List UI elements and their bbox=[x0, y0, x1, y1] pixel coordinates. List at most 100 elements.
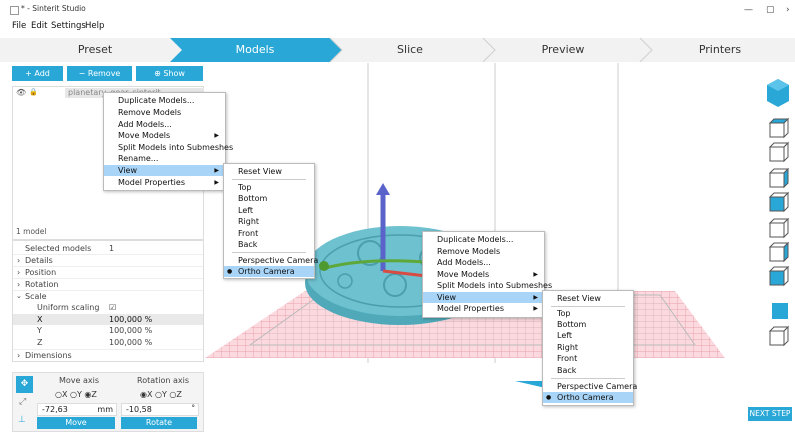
menu2-view[interactable]: View ▶ bbox=[423, 292, 544, 303]
app-icon bbox=[10, 6, 19, 15]
view-top-icon[interactable] bbox=[768, 117, 790, 139]
move-axis-title: Move axis bbox=[59, 376, 100, 385]
view-left[interactable]: Left bbox=[224, 205, 314, 216]
submenu-arrow-icon: ▶ bbox=[533, 305, 538, 312]
rotation-axis-radio[interactable]: ◉X ○Y ○Z bbox=[140, 390, 182, 399]
view2-perspective-camera[interactable]: Perspective Camera bbox=[543, 381, 637, 392]
view-right[interactable]: Right bbox=[224, 216, 314, 227]
view-back-icon[interactable] bbox=[768, 241, 790, 263]
lock-icon[interactable]: 🔒 bbox=[29, 88, 38, 96]
scale-tool-icon[interactable]: ⤢ bbox=[19, 397, 26, 407]
view2-left[interactable]: Left bbox=[543, 330, 633, 341]
menu-view[interactable]: View ▶ bbox=[104, 165, 225, 176]
show-collisions-button[interactable]: ⊕ Show Collisions bbox=[136, 66, 203, 93]
drop-tool-icon[interactable]: ⊥ bbox=[18, 415, 26, 425]
scale-x-value[interactable]: 100,000 % bbox=[109, 314, 152, 325]
scale-y-row[interactable]: Y 100,000 % bbox=[13, 325, 203, 336]
menu2-add-models[interactable]: Add Models... bbox=[423, 257, 544, 268]
view-ortho-camera[interactable]: ● Ortho Camera bbox=[224, 266, 314, 277]
menu-remove-models[interactable]: Remove Models bbox=[104, 107, 225, 118]
view-reset[interactable]: Reset View bbox=[224, 166, 314, 177]
view-left-icon[interactable] bbox=[768, 167, 790, 189]
view-side-icon[interactable] bbox=[768, 265, 790, 287]
add-model-button[interactable]: + Add model bbox=[12, 66, 63, 93]
menu-add-models[interactable]: Add Models... bbox=[104, 119, 225, 130]
menu-help[interactable]: Help bbox=[85, 21, 104, 31]
chevron-right-icon: › bbox=[17, 351, 21, 360]
selected-dot-icon: ● bbox=[227, 268, 233, 275]
view-perspective-icon[interactable] bbox=[772, 303, 788, 319]
menu-edit[interactable]: Edit bbox=[31, 21, 47, 31]
menu-model-properties[interactable]: Model Properties ▶ bbox=[104, 177, 225, 188]
view-back[interactable]: Back bbox=[224, 239, 314, 250]
view2-bottom[interactable]: Bottom bbox=[543, 319, 633, 330]
menu2-model-properties-label: Model Properties bbox=[437, 304, 504, 313]
step-preset[interactable]: Preset bbox=[10, 38, 180, 62]
section-rotation[interactable]: › Rotation bbox=[13, 278, 203, 290]
rotation-handle-icon[interactable] bbox=[319, 261, 329, 271]
rotation-axis-title: Rotation axis bbox=[137, 376, 190, 385]
rotate-button[interactable]: Rotate bbox=[121, 417, 197, 429]
view2-reset[interactable]: Reset View bbox=[543, 293, 633, 304]
scale-z-value[interactable]: 100,000 % bbox=[109, 337, 152, 348]
view-ortho-icon[interactable] bbox=[768, 325, 790, 347]
menu2-view-label: View bbox=[437, 293, 456, 302]
menu2-model-properties[interactable]: Model Properties ▶ bbox=[423, 303, 544, 314]
move-value-field[interactable]: -72,63 mm bbox=[37, 403, 117, 416]
view2-back[interactable]: Back bbox=[543, 365, 633, 376]
view-bottom-icon[interactable] bbox=[768, 141, 790, 163]
menu-settings[interactable]: Settings bbox=[51, 21, 86, 31]
step-models[interactable]: Models bbox=[180, 38, 330, 62]
menu-duplicate-models[interactable]: Duplicate Models... bbox=[104, 95, 225, 106]
section-details[interactable]: › Details bbox=[13, 254, 203, 266]
scale-y-value[interactable]: 100,000 % bbox=[109, 325, 152, 336]
view-right-icon[interactable] bbox=[768, 217, 790, 239]
menu-split-models[interactable]: Split Models into Submeshes bbox=[104, 142, 233, 153]
menu2-split-models[interactable]: Split Models into Submeshes bbox=[423, 280, 552, 291]
submenu-arrow-icon: ▶ bbox=[214, 179, 219, 186]
move-axis-radio[interactable]: ○X ○Y ◉Z bbox=[55, 390, 97, 399]
menu-move-models[interactable]: Move Models ▶ bbox=[104, 130, 225, 141]
scale-z-row[interactable]: Z 100,000 % bbox=[13, 337, 203, 348]
view2-ortho-camera[interactable]: ● Ortho Camera bbox=[543, 392, 633, 403]
menu-file[interactable]: File bbox=[12, 21, 26, 31]
step-slice[interactable]: Slice bbox=[335, 38, 485, 62]
view2-top[interactable]: Top bbox=[543, 308, 633, 319]
scale-z-label: Z bbox=[37, 338, 43, 347]
view-ortho-camera-label: Ortho Camera bbox=[238, 267, 295, 276]
section-dimensions[interactable]: › Dimensions bbox=[13, 349, 203, 361]
context-menu: Duplicate Models... Remove Models Add Mo… bbox=[103, 92, 233, 191]
view-bottom[interactable]: Bottom bbox=[224, 193, 314, 204]
menu2-remove-models[interactable]: Remove Models bbox=[423, 246, 544, 257]
next-step-button[interactable]: NEXT STEP bbox=[748, 407, 792, 421]
maximize-button[interactable]: ▢ bbox=[766, 5, 775, 15]
view-front[interactable]: Front bbox=[224, 228, 314, 239]
menu2-duplicate-models[interactable]: Duplicate Models... bbox=[423, 234, 544, 245]
step-printers[interactable]: Printers bbox=[645, 38, 795, 62]
visibility-eye-icon[interactable]: 👁 bbox=[16, 88, 26, 97]
rotation-value: -10,58 bbox=[126, 405, 152, 414]
view-front-icon[interactable] bbox=[768, 191, 790, 213]
uniform-scaling-checkbox[interactable]: ☑ bbox=[109, 302, 116, 313]
minimize-button[interactable]: — bbox=[744, 5, 753, 15]
view-top[interactable]: Top bbox=[224, 182, 314, 193]
close-button[interactable]: › bbox=[786, 5, 790, 15]
remove-model-button[interactable]: − Remove model bbox=[67, 66, 132, 93]
z-axis-arrow-icon[interactable] bbox=[376, 183, 390, 195]
view2-ortho-camera-label: Ortho Camera bbox=[557, 393, 614, 402]
view-perspective-camera[interactable]: Perspective Camera bbox=[224, 255, 318, 266]
section-dimensions-label: Dimensions bbox=[25, 351, 72, 360]
submenu-arrow-icon: ▶ bbox=[214, 167, 219, 174]
view-cube-icon[interactable] bbox=[767, 79, 789, 107]
step-preview[interactable]: Preview bbox=[488, 38, 638, 62]
menu-rename[interactable]: Rename... bbox=[104, 153, 225, 164]
view2-front[interactable]: Front bbox=[543, 353, 633, 364]
move-tool-icon[interactable]: ✥ bbox=[16, 376, 33, 393]
view2-right[interactable]: Right bbox=[543, 342, 633, 353]
menu2-move-models[interactable]: Move Models ▶ bbox=[423, 269, 544, 280]
scale-x-row[interactable]: X 100,000 % bbox=[13, 314, 203, 325]
section-scale[interactable]: ⌄ Scale bbox=[13, 290, 203, 302]
section-position[interactable]: › Position bbox=[13, 266, 203, 278]
rotation-value-field[interactable]: -10,58 ° bbox=[121, 403, 199, 416]
move-button[interactable]: Move bbox=[37, 417, 115, 429]
